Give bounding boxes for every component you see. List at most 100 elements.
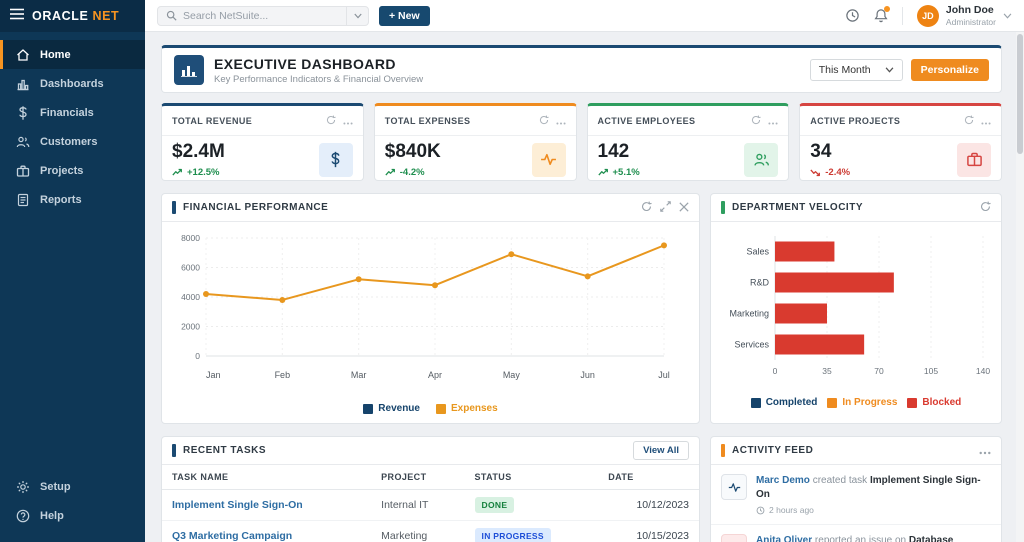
user-name: John Doe: [945, 4, 994, 17]
search-scope-dropdown[interactable]: [346, 6, 368, 25]
kpi-value: $840K: [384, 141, 441, 162]
close-icon[interactable]: [679, 199, 689, 217]
widget-title: DEPARTMENT VELOCITY: [732, 202, 863, 213]
sidebar-item-label: Reports: [40, 193, 82, 206]
refresh-icon[interactable]: [964, 112, 974, 130]
legend-swatch: [827, 397, 838, 408]
kpi-row: TOTAL REVENUE $2.4M +12.5% TOTAL EXPENSE…: [161, 103, 1002, 181]
refresh-icon[interactable]: [539, 112, 549, 130]
activity-feed-list: Marc Demo created task Implement Single …: [711, 465, 1001, 542]
sidebar-item-reports[interactable]: Reports: [0, 185, 145, 214]
legend-swatch: [363, 403, 374, 414]
gear-icon: [15, 480, 30, 494]
financials-icon: [15, 105, 30, 120]
activity-actor[interactable]: Anita Oliver: [756, 535, 812, 542]
widget-accent-bar: [721, 201, 725, 214]
refresh-icon[interactable]: [980, 199, 991, 217]
app-root: ORACLE NET Home Dashboards Financials Custo…: [0, 0, 1024, 542]
svg-text:Services: Services: [734, 340, 769, 350]
ellipsis-menu-icon[interactable]: [768, 112, 778, 130]
legend-label: In Progress: [842, 397, 898, 408]
sidebar-item-label: Dashboards: [40, 77, 104, 90]
sidebar-item-help[interactable]: Help: [0, 501, 145, 530]
kpi-value: $2.4M: [172, 141, 225, 162]
sidebar-nav: Home Dashboards Financials Customers Project…: [0, 32, 145, 214]
status-badge: DONE: [474, 497, 515, 513]
sidebar-item-label: Financials: [40, 106, 94, 119]
widget-accent-bar: [721, 444, 725, 457]
sidebar-item-setup[interactable]: Setup: [0, 472, 145, 501]
legend-item-blocked[interactable]: Blocked: [907, 397, 961, 408]
ellipsis-menu-icon[interactable]: [555, 112, 566, 130]
period-selector-value: This Month: [818, 64, 871, 76]
page-scrollbar[interactable]: [1016, 32, 1024, 542]
activity-actor[interactable]: Marc Demo: [756, 475, 810, 486]
sidebar-item-financials[interactable]: Financials: [0, 98, 145, 127]
task-date: 10/15/2023: [598, 520, 699, 542]
legend-item-expenses[interactable]: Expenses: [435, 403, 498, 414]
legend-label: Expenses: [450, 403, 498, 414]
activity-feed-widget: ACTIVITY FEED Marc Demo created task Imp…: [710, 436, 1002, 542]
sidebar-item-dashboards[interactable]: Dashboards: [0, 69, 145, 98]
kpi-label: ACTIVE EMPLOYEES: [597, 116, 696, 126]
app-logo: ORACLE NET: [0, 0, 145, 32]
sidebar-item-customers[interactable]: Customers: [0, 127, 145, 156]
hamburger-menu-icon[interactable]: [10, 7, 24, 25]
dashboards-icon: [15, 77, 30, 91]
legend-label: Blocked: [922, 397, 962, 408]
kpi-trend-value: -2.4%: [825, 166, 851, 178]
sidebar-item-home[interactable]: Home: [0, 40, 145, 69]
widget-accent-bar: [172, 444, 176, 457]
notification-badge: [883, 6, 890, 12]
expand-icon[interactable]: [660, 199, 671, 217]
task-name-link[interactable]: Implement Single Sign-On: [162, 489, 372, 521]
reports-icon: [15, 193, 30, 207]
sidebar-footer: Setup Help: [0, 472, 145, 542]
sidebar-item-projects[interactable]: Projects: [0, 156, 145, 185]
chevron-down-icon: [1003, 12, 1012, 19]
task-name-link[interactable]: Q3 Marketing Campaign: [162, 520, 372, 542]
svg-text:0: 0: [195, 351, 200, 361]
scrollbar-thumb[interactable]: [1017, 34, 1023, 154]
activity-action: reported an issue on: [814, 535, 907, 542]
view-all-button[interactable]: View All: [633, 441, 689, 460]
topbar-right: JD John Doe Administrator: [845, 4, 1012, 27]
pulse-icon: [531, 142, 566, 177]
refresh-icon[interactable]: [751, 112, 761, 130]
search-input[interactable]: [183, 9, 346, 22]
ellipsis-menu-icon[interactable]: [343, 112, 353, 130]
page-subtitle: Key Performance Indicators & Financial O…: [214, 73, 424, 85]
sidebar-item-label: Projects: [40, 164, 84, 177]
column-header-project: PROJECT: [371, 465, 465, 490]
legend-label: Revenue: [378, 403, 420, 414]
department-velocity-bar-chart: 0 35 70 105 140 Sales R&D Marketing Services: [729, 236, 990, 376]
refresh-icon[interactable]: [641, 199, 652, 217]
svg-text:70: 70: [874, 366, 884, 376]
user-menu[interactable]: JD John Doe Administrator: [916, 4, 1012, 27]
trend-up-icon: [385, 167, 396, 178]
avatar: JD: [916, 4, 939, 27]
user-role: Administrator: [945, 16, 996, 27]
legend-item-in-progress[interactable]: In Progress: [827, 397, 897, 408]
ellipsis-menu-icon[interactable]: [979, 442, 991, 460]
personalize-button[interactable]: Personalize: [910, 59, 989, 81]
kpi-card-total-revenue: TOTAL REVENUE $2.4M +12.5%: [161, 103, 364, 181]
svg-text:0: 0: [773, 366, 778, 376]
kpi-trend-value: -4.2%: [399, 166, 425, 178]
period-selector[interactable]: This Month: [809, 59, 903, 81]
ellipsis-menu-icon[interactable]: [981, 112, 991, 130]
financial-performance-line-chart: 0 2000 4000 6000 8000 Jan Feb Mar Apr May Jun Jul: [181, 233, 670, 380]
search-icon: [166, 10, 177, 21]
activity-action: created task: [812, 475, 868, 486]
dollar-icon: [318, 142, 353, 177]
legend-swatch: [907, 397, 918, 408]
svg-text:May: May: [503, 370, 521, 380]
table-header-row: TASK NAME PROJECT STATUS DATE: [162, 465, 699, 490]
recent-records-clock-icon[interactable]: [845, 8, 860, 23]
svg-text:Feb: Feb: [275, 370, 291, 380]
refresh-icon[interactable]: [326, 112, 336, 130]
legend-item-revenue[interactable]: Revenue: [363, 403, 420, 414]
notifications-bell-icon[interactable]: [874, 6, 890, 23]
legend-item-completed[interactable]: Completed: [750, 397, 817, 408]
new-record-button[interactable]: + New: [379, 5, 430, 26]
